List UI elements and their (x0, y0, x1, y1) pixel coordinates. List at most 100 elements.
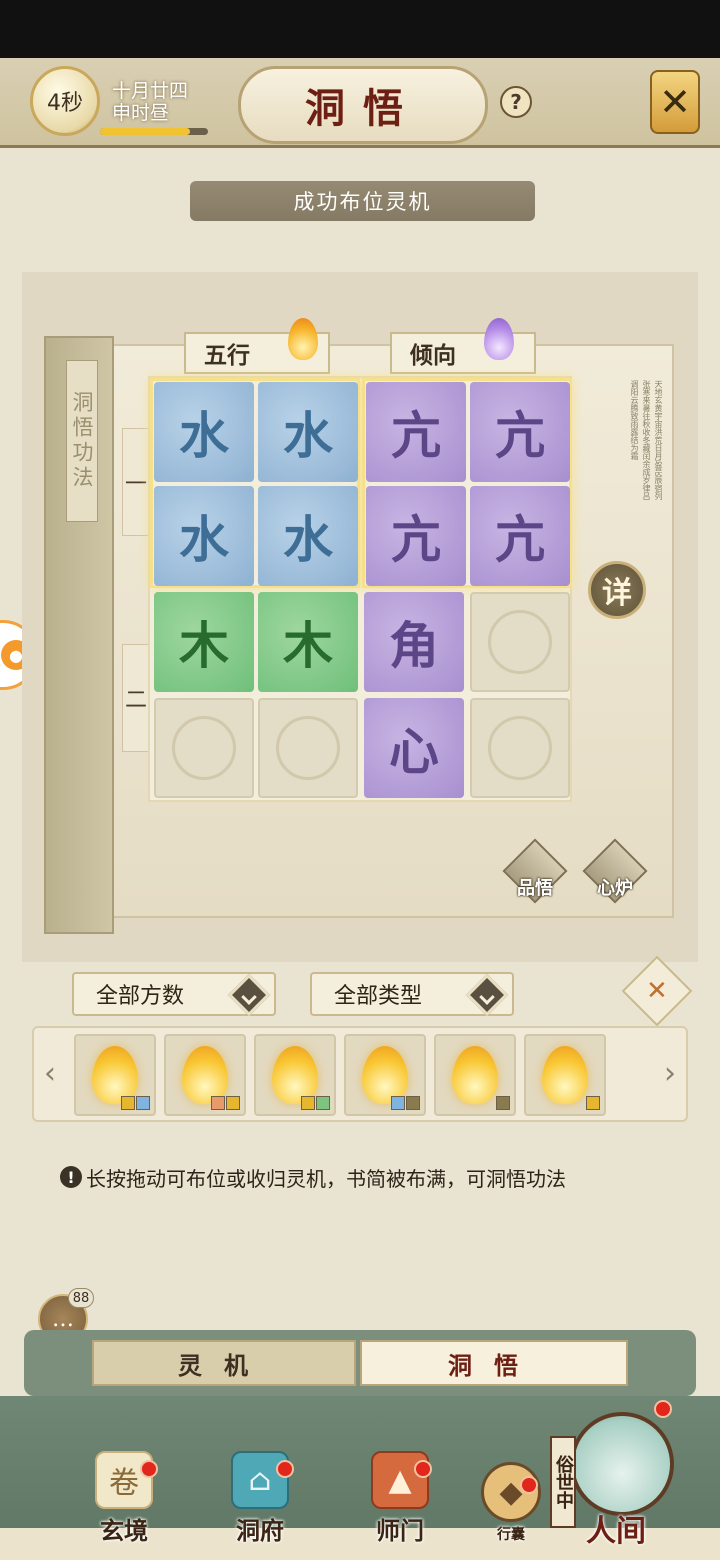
crossed-icon: ✕ (646, 975, 668, 1006)
count-filter-label: 全部方数 (96, 984, 185, 1009)
pavilion-icon: ⌂ (231, 1451, 289, 1509)
grid-cell-wood[interactable]: 木 (258, 592, 358, 692)
notification-dot (414, 1460, 432, 1478)
time-of-day-label: 申时昼 (112, 102, 170, 124)
item-element-swatches (586, 1096, 600, 1110)
empty-slot-icon (488, 716, 552, 780)
grid-cell-water[interactable]: 水 (154, 486, 254, 586)
nav-label: 洞府 (236, 1516, 284, 1545)
grid-cell-empty[interactable] (470, 592, 570, 692)
element-swatch (301, 1096, 315, 1110)
flame-icon (542, 1046, 588, 1104)
decorative-poem: 天地玄黄宇宙洪荒日月盈昃辰宿列张寒来暑往秋收冬藏闰余成岁律吕调阳云腾致雨露结为霜 (630, 380, 663, 500)
grid-cell-water[interactable]: 水 (154, 382, 254, 482)
type-filter-label: 全部类型 (334, 984, 423, 1009)
count-filter-dropdown[interactable]: 全部方数 (72, 972, 276, 1017)
hint-text-row: ! 长按拖动可布位或收归灵机，书简被布满，可洞悟功法 (60, 1160, 680, 1194)
world-portal[interactable] (570, 1412, 674, 1516)
column-header-qingxiang: 倾向 (390, 332, 536, 374)
status-banner: 成功布位灵机 (190, 181, 535, 221)
info-icon: ! (60, 1166, 82, 1188)
nav-shimen[interactable]: ▲ 师门 (350, 1436, 450, 1546)
element-swatch (211, 1096, 225, 1110)
chevron-left-icon[interactable]: ‹ (44, 1056, 56, 1091)
grid-cell-kang[interactable]: 亢 (366, 486, 466, 586)
item-element-swatches (391, 1096, 420, 1110)
xinlu-button[interactable]: 心炉 (582, 834, 648, 904)
grid-cell-water[interactable]: 水 (258, 382, 358, 482)
hint-text: 长按拖动可布位或收归灵机，书简被布满，可洞悟功法 (86, 1166, 566, 1191)
column-label: 倾向 (410, 342, 456, 369)
element-swatch (496, 1096, 510, 1110)
flame-icon (452, 1046, 498, 1104)
item-slot[interactable] (74, 1034, 156, 1116)
notification-dot (654, 1400, 672, 1418)
chevron-right-icon[interactable]: › (664, 1056, 676, 1091)
tab-dongwu[interactable]: 洞悟 (360, 1340, 628, 1386)
grid-cell-kang[interactable]: 亢 (366, 382, 466, 482)
pinwu-label: 品悟 (517, 878, 553, 899)
question-icon[interactable]: ? (500, 86, 532, 118)
grid-cell-jiao[interactable]: 角 (364, 592, 464, 692)
time-progress-fill (100, 128, 190, 135)
element-swatch (226, 1096, 240, 1110)
row-label-2: 二 (122, 644, 150, 752)
flame-purple-icon (484, 318, 514, 360)
chevron-down-icon (227, 973, 271, 1017)
item-element-swatches (211, 1096, 240, 1110)
grid-cell-xin[interactable]: 心 (364, 698, 464, 798)
grid-cell-water[interactable]: 水 (258, 486, 358, 586)
column-label: 五行 (204, 342, 250, 369)
countdown-timer: 4秒 (30, 66, 100, 136)
grid-cell-kang[interactable]: 亢 (470, 486, 570, 586)
element-swatch (406, 1096, 420, 1110)
element-swatch (121, 1096, 135, 1110)
time-progress-bar (100, 128, 208, 135)
empty-slot-icon (488, 610, 552, 674)
world-label[interactable]: 人间 (586, 1506, 646, 1550)
spine-label: 洞悟功法 (66, 360, 98, 522)
nav-xingnang[interactable]: ◆ 行囊 (466, 1434, 556, 1544)
item-list (74, 1034, 648, 1118)
grid-cell-empty[interactable] (154, 698, 254, 798)
status-bar-area (0, 0, 720, 58)
chevron-down-icon (465, 973, 509, 1017)
world-sign: 俗世中 (550, 1436, 576, 1528)
item-slot[interactable] (524, 1034, 606, 1116)
nav-dongfu[interactable]: ⌂ 洞府 (210, 1436, 310, 1546)
grid-cell-kang[interactable]: 亢 (470, 382, 570, 482)
flame-orange-icon (288, 318, 318, 360)
notification-dot (520, 1476, 538, 1494)
item-element-swatches (301, 1096, 330, 1110)
grid-cell-empty[interactable] (470, 698, 570, 798)
nav-label: 行囊 (497, 1527, 525, 1543)
item-slot[interactable] (344, 1034, 426, 1116)
scroll-icon: 卷 (95, 1451, 153, 1509)
sort-button[interactable]: ✕ (621, 955, 693, 1027)
pinwu-button[interactable]: 品悟 (502, 834, 568, 904)
close-icon[interactable]: ✕ (650, 70, 700, 134)
grid-cell-empty[interactable] (258, 698, 358, 798)
element-swatch (586, 1096, 600, 1110)
xinlu-label: 心炉 (597, 878, 633, 899)
item-slot[interactable] (254, 1034, 336, 1116)
detail-button[interactable]: 详 (588, 561, 646, 619)
item-slot[interactable] (434, 1034, 516, 1116)
item-slot[interactable] (164, 1034, 246, 1116)
notification-dot (140, 1460, 158, 1478)
nav-label: 玄境 (100, 1516, 148, 1545)
element-swatch (316, 1096, 330, 1110)
type-filter-dropdown[interactable]: 全部类型 (310, 972, 514, 1017)
element-swatch (136, 1096, 150, 1110)
empty-slot-icon (172, 716, 236, 780)
item-element-swatches (496, 1096, 510, 1110)
page-title: 洞悟 (238, 66, 488, 144)
tab-lingji[interactable]: 灵机 (92, 1340, 356, 1386)
grid-cell-wood[interactable]: 木 (154, 592, 254, 692)
notification-dot (276, 1460, 294, 1478)
empty-slot-icon (276, 716, 340, 780)
nav-xuanjing[interactable]: 卷 玄境 (74, 1436, 174, 1546)
chat-badge: 88 (68, 1288, 94, 1308)
row-label-1: 一 (122, 428, 150, 536)
nav-label: 师门 (376, 1516, 424, 1545)
